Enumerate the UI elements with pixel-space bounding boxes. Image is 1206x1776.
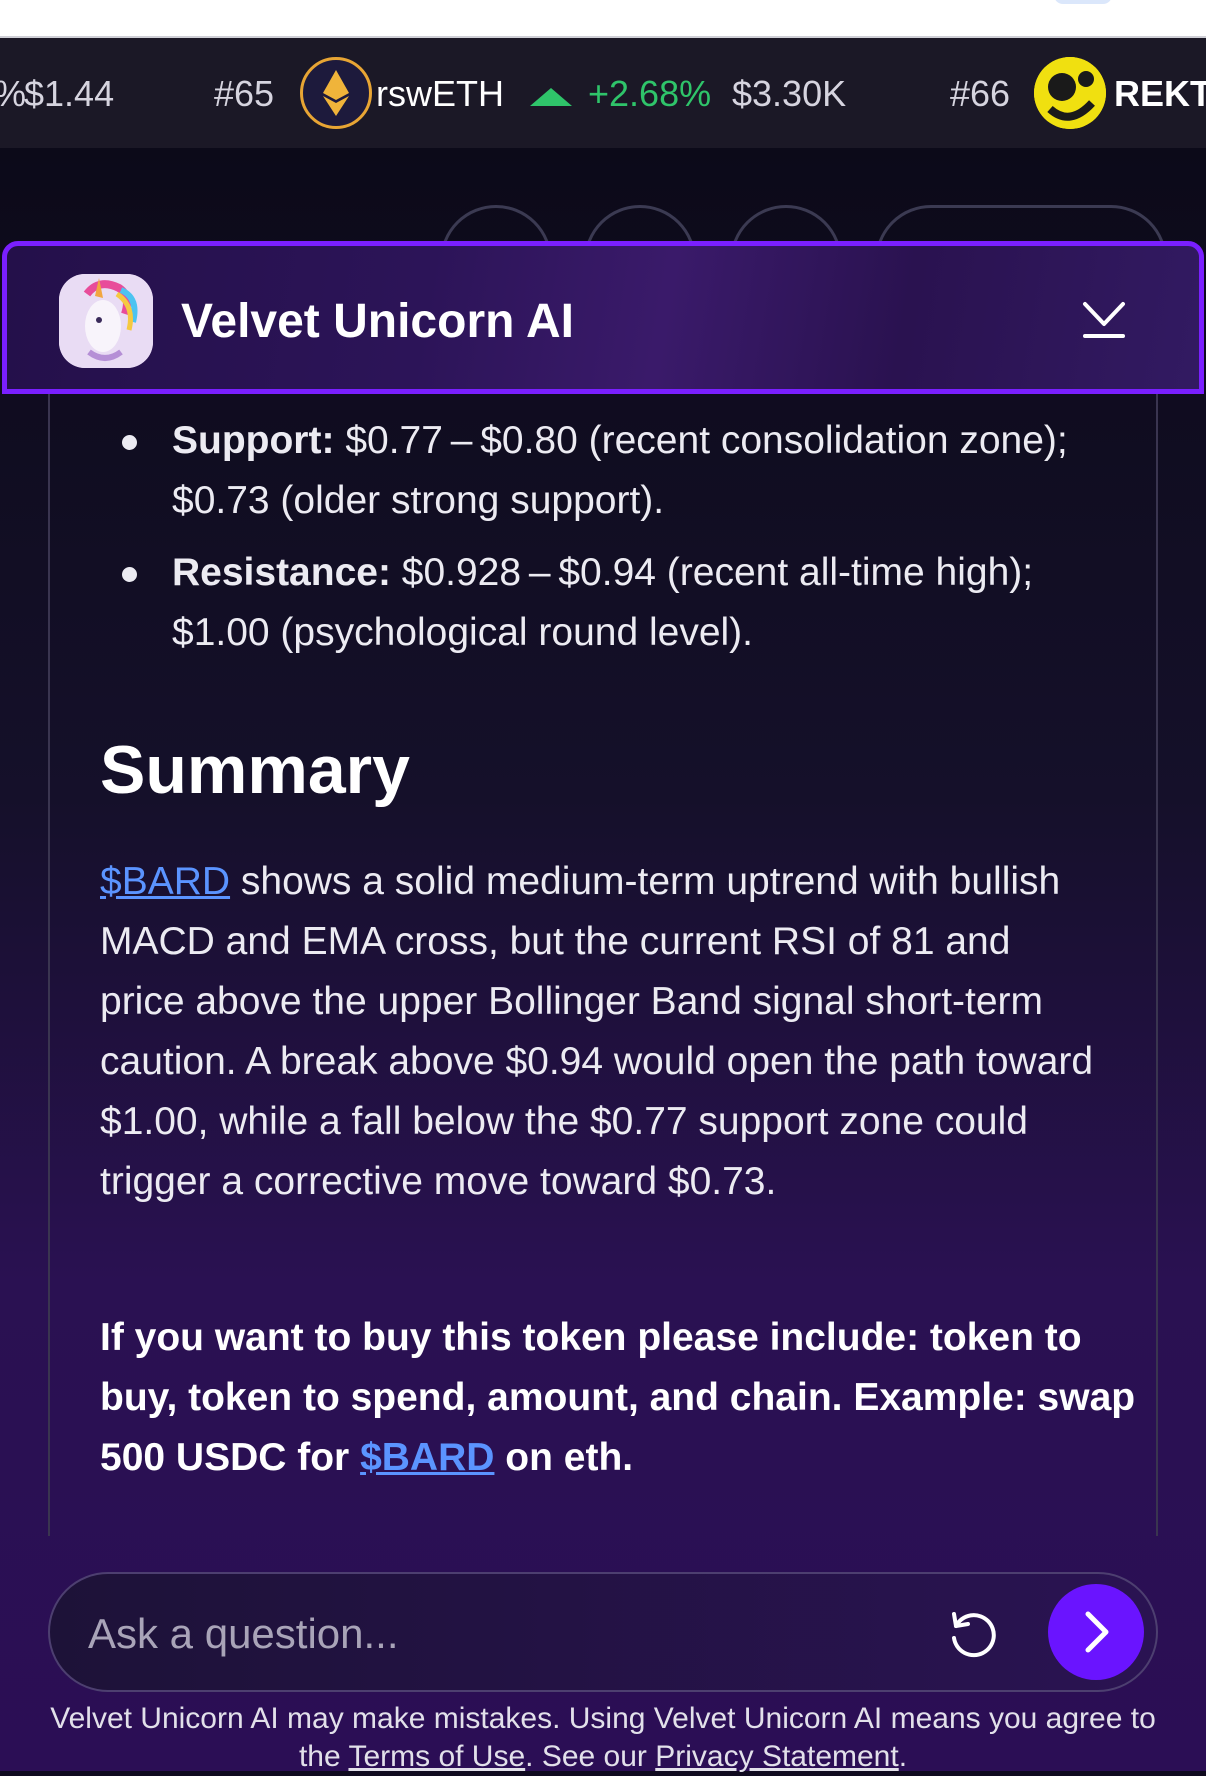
ticker-symbol[interactable]: REKT xyxy=(1114,72,1206,116)
support-label: Support: xyxy=(172,419,335,462)
list-item: Support: $0.77 – $0.80 (recent consolida… xyxy=(122,411,1082,531)
ticker-price: $3.30K xyxy=(732,73,847,114)
top-bar-pill[interactable] xyxy=(1054,0,1112,4)
bullet-icon xyxy=(122,435,137,450)
composer xyxy=(48,1572,1158,1692)
browser-top-bar xyxy=(0,0,1206,38)
question-input[interactable] xyxy=(88,1602,888,1666)
disclaimer-text: . See our xyxy=(525,1740,647,1773)
bullet-icon xyxy=(122,567,137,582)
rekt-coin-icon xyxy=(1034,57,1106,129)
summary-heading: Summary xyxy=(100,732,410,808)
up-arrow-icon xyxy=(530,88,572,106)
disclaimer-text: . xyxy=(898,1740,908,1773)
refresh-icon[interactable] xyxy=(942,1604,1002,1664)
terms-link[interactable]: Terms of Use xyxy=(348,1740,525,1773)
price-ticker: % $1.44 #65 rswETH +2.68% $3.30K #66 REK… xyxy=(0,38,1206,148)
send-button[interactable] xyxy=(1048,1584,1144,1680)
ticker-symbol[interactable]: rswETH xyxy=(376,72,504,116)
privacy-link[interactable]: Privacy Statement xyxy=(655,1740,898,1773)
ticker-rank: #65 xyxy=(214,73,275,114)
list-item: Resistance: $0.928 – $0.94 (recent all-t… xyxy=(122,543,1082,663)
buy-instructions: If you want to buy this token please inc… xyxy=(100,1308,1140,1488)
collapse-chevron-icon[interactable] xyxy=(1079,296,1129,342)
ticker-change: +2.68% xyxy=(588,73,712,114)
unicorn-avatar xyxy=(59,274,153,368)
ticker-partial-change: % xyxy=(0,72,26,116)
eth-icon xyxy=(300,57,372,129)
resistance-label: Resistance: xyxy=(172,551,391,594)
token-link[interactable]: $BARD xyxy=(100,860,230,903)
buy-instructions-suffix: on eth. xyxy=(505,1436,634,1479)
assistant-title: Velvet Unicorn AI xyxy=(181,295,574,348)
ticker-price: $1.44 xyxy=(24,73,115,114)
disclaimer: Velvet Unicorn AI may make mistakes. Usi… xyxy=(40,1700,1166,1776)
ticker-rank: #66 xyxy=(950,73,1011,114)
summary-paragraph: $BARD shows a solid medium-term uptrend … xyxy=(100,852,1100,1212)
token-link[interactable]: $BARD xyxy=(360,1436,494,1479)
levels-list: Support: $0.77 – $0.80 (recent consolida… xyxy=(122,411,1082,675)
summary-text: shows a solid medium-term uptrend with b… xyxy=(100,860,1094,1203)
chevron-right-icon xyxy=(1085,1611,1109,1653)
assistant-header: Velvet Unicorn AI xyxy=(2,241,1204,394)
